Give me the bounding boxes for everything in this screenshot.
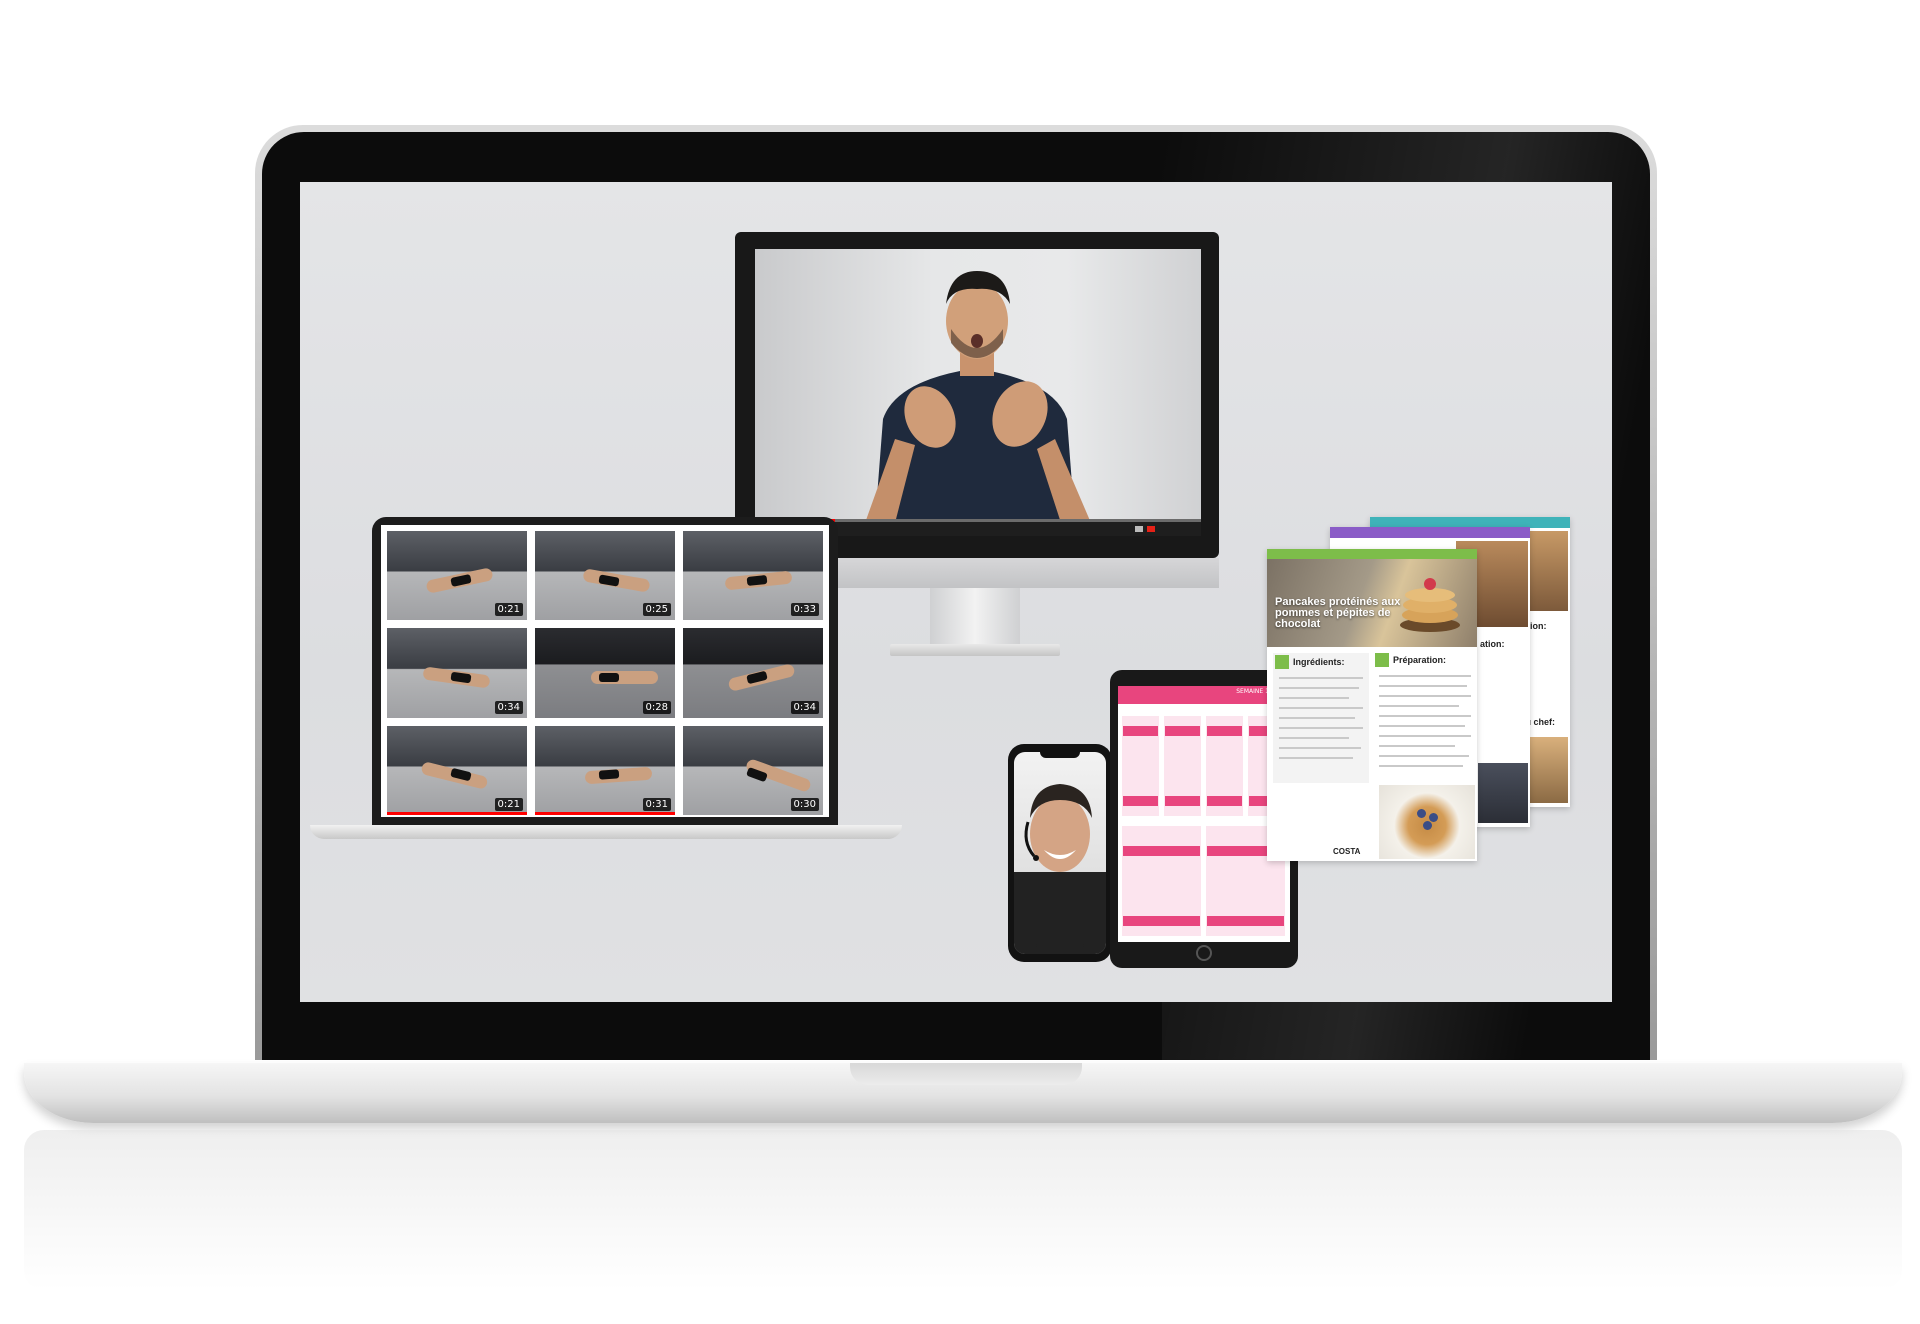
ingredient-line xyxy=(1279,697,1349,699)
ingredient-line xyxy=(1279,727,1363,729)
blueberry xyxy=(1423,821,1432,830)
recipe-title: Pancakes protéinés aux pommes et pépites… xyxy=(1275,596,1401,630)
coach-face xyxy=(1014,784,1106,954)
recipe-card: Pancakes protéinés aux pommes et pépites… xyxy=(1267,549,1477,861)
duration-badge: 0:21 xyxy=(494,798,523,811)
athlete-shorts xyxy=(746,574,768,586)
preparation-line xyxy=(1379,725,1465,727)
recipe-card-header xyxy=(1330,527,1530,538)
preparation-line xyxy=(1379,705,1459,707)
workout-plan-screen: SEMAINE 1 ET 2 xyxy=(1118,686,1290,942)
recipe-card-heading: ation: xyxy=(1480,639,1505,649)
monitor-stand xyxy=(930,588,1020,646)
video-player[interactable] xyxy=(755,249,1201,523)
exercise-cell xyxy=(1207,796,1242,806)
preparation-line xyxy=(1379,745,1455,747)
exercise-thumbnail[interactable]: 0:31 xyxy=(535,725,675,815)
athlete-shorts xyxy=(599,672,619,682)
athlete-figure xyxy=(585,766,653,784)
preparation-heading: Préparation: xyxy=(1393,655,1447,665)
preparation-line xyxy=(1379,695,1471,697)
duration-badge: 0:31 xyxy=(642,798,671,811)
duration-badge: 0:30 xyxy=(790,798,819,811)
recipe-photo xyxy=(1478,763,1528,823)
preparation-line xyxy=(1379,765,1463,767)
tablet-home-button xyxy=(1196,945,1212,961)
exercise-thumbnail[interactable]: 0:33 xyxy=(683,531,823,621)
workout-week-header: SEMAINE 1 ET 2 xyxy=(1118,686,1290,704)
video-call-screen xyxy=(1014,752,1106,954)
ingredient-line xyxy=(1279,677,1363,679)
pancake-photo xyxy=(1379,785,1475,859)
preparation-line xyxy=(1379,715,1471,717)
leaf-icon xyxy=(1275,655,1289,669)
phone-home-bar xyxy=(1036,944,1084,947)
exercise-cell xyxy=(1165,796,1200,806)
exercise-cell xyxy=(1123,796,1158,806)
exercise-cell xyxy=(1123,726,1158,736)
duration-badge: 0:34 xyxy=(494,700,523,714)
laptop-screen: 0:21 0:25 0:33 0:34 0:28 0:34 0:21 0:31 0:30 SEM… xyxy=(300,182,1612,1002)
laptop-base-notch xyxy=(850,1063,1082,1085)
ingredient-line xyxy=(1279,747,1361,749)
blueberry xyxy=(1429,813,1438,822)
watched-progress-bar xyxy=(387,812,527,815)
preparation-line xyxy=(1379,755,1469,757)
preparation-line xyxy=(1379,735,1471,737)
exercise-thumbnail[interactable]: 0:21 xyxy=(387,725,527,815)
exercise-thumbnail[interactable]: 0:30 xyxy=(683,725,823,815)
exercise-cell xyxy=(1123,916,1200,926)
preparation-line xyxy=(1379,675,1471,677)
exercise-thumbnail[interactable]: 0:25 xyxy=(535,531,675,621)
brand-logo: COSTA xyxy=(1333,847,1361,856)
exercise-thumbnail[interactable]: 0:34 xyxy=(683,628,823,718)
exercise-cell xyxy=(1207,916,1284,926)
ingredients-panel: Ingrédients: xyxy=(1273,653,1369,783)
instructor-figure xyxy=(865,271,1091,523)
ingredient-line xyxy=(1279,737,1349,739)
exercise-thumbnail[interactable]: 0:34 xyxy=(387,628,527,718)
exercise-cell xyxy=(1165,726,1200,736)
exercise-cell xyxy=(1207,726,1242,736)
blueberry xyxy=(1417,809,1426,818)
laptop-reflection xyxy=(24,1130,1902,1290)
duration-badge: 0:21 xyxy=(494,603,523,617)
exercise-thumbnail[interactable]: 0:21 xyxy=(387,531,527,621)
monitor-foot xyxy=(890,644,1060,656)
watched-progress-bar xyxy=(535,812,675,815)
exercise-cell xyxy=(1123,846,1200,856)
duration-badge: 0:28 xyxy=(642,700,671,714)
duration-badge: 0:33 xyxy=(790,603,819,617)
ingredient-line xyxy=(1279,757,1353,759)
preparation-line xyxy=(1379,685,1467,687)
ingredient-line xyxy=(1279,717,1355,719)
small-laptop-base xyxy=(310,825,902,839)
recipe-category-bar xyxy=(1267,549,1477,559)
athlete-shorts xyxy=(599,769,620,780)
duration-badge: 0:34 xyxy=(790,700,819,714)
settings-icon[interactable] xyxy=(1135,525,1157,533)
phone-notch xyxy=(1040,750,1080,758)
ingredient-line xyxy=(1279,707,1363,709)
ingredient-line xyxy=(1279,687,1359,689)
duration-badge: 0:25 xyxy=(642,603,671,617)
exercise-thumbnail[interactable]: 0:28 xyxy=(535,628,675,718)
exercise-thumbnail-grid: 0:21 0:25 0:33 0:34 0:28 0:34 0:21 0:31 0:30 xyxy=(387,531,823,815)
